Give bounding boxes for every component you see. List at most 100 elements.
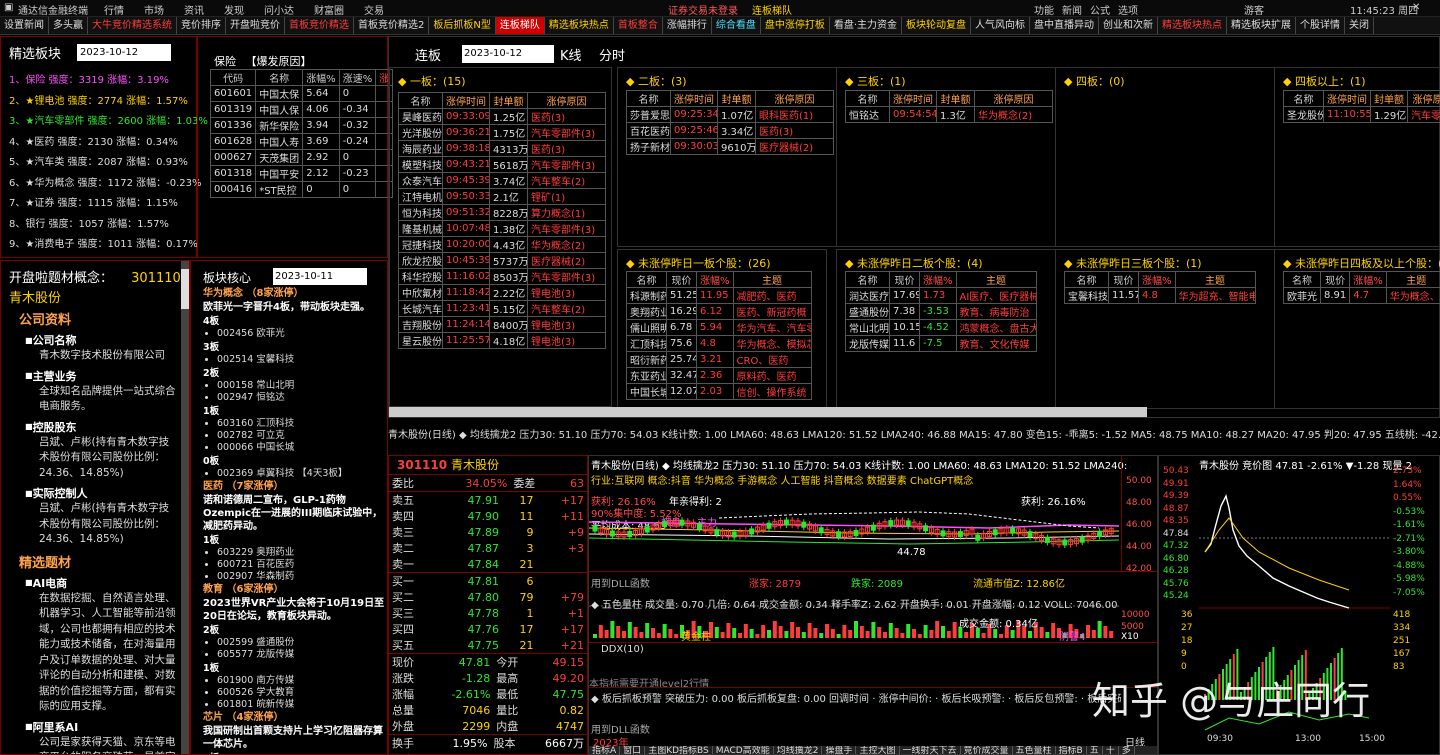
tab-6[interactable]: 首板竞价精选2: [354, 17, 430, 34]
table-row[interactable]: 601319 中国人保 4.06 -0.34: [209, 101, 394, 118]
tab-0[interactable]: 设置新闻: [0, 17, 49, 34]
ladder-header[interactable]: 名称: [845, 271, 890, 288]
indicator-tab[interactable]: MACD高效能: [713, 746, 774, 754]
table-row[interactable]: 儒山照明 6.78 5.94 华为汽车、汽车零: [626, 319, 812, 336]
indicator-tab[interactable]: 均线擒龙2: [774, 746, 823, 754]
order-book-row[interactable]: 卖五 47.91 17 +17: [389, 492, 587, 508]
menu-news2[interactable]: 新闻: [1062, 2, 1082, 17]
sector-item[interactable]: 4、★医药 强度：2130 涨幅：0.34%: [9, 133, 195, 154]
menu-news[interactable]: 资讯: [184, 2, 204, 17]
quote-row[interactable]: 涨幅 -2.61% 最低 47.75: [389, 686, 587, 702]
table-row[interactable]: 星云股份 11:25:57 4.18亿 锂电池(3): [398, 332, 606, 349]
sector-item[interactable]: 9、★消费电子 强度：1011 涨幅：0.17%: [9, 235, 198, 256]
menu-market[interactable]: 市场: [144, 2, 164, 17]
table-row[interactable]: 中欣氟材 11:18:42 2.22亿 锂电池(3): [398, 284, 606, 301]
table-row[interactable]: 昊峰医药 09:33:09 1.25亿 医药(3): [398, 108, 606, 125]
core-stock[interactable]: 002514 宝馨科技: [217, 354, 387, 366]
indicator-tab[interactable]: 五: [1087, 746, 1103, 754]
table-row[interactable]: 光洋股份 09:36:21 1.75亿 汽车零部件(3): [398, 124, 606, 141]
sector-item[interactable]: 6、★华为概念 强度：1172 涨幅：-0.23%: [9, 174, 202, 195]
quote-row[interactable]: 净资21.11流通3613万: [389, 751, 587, 755]
tab-10[interactable]: 首板整合: [614, 17, 663, 34]
ladder-header[interactable]: 涨停时间: [442, 92, 490, 109]
ins-header[interactable]: 代码: [209, 69, 257, 86]
kline-chart[interactable]: 青木股份(日线) ◆ 均线擒龙2 压力30: 51.10 压力70: 54.03…: [588, 455, 1158, 755]
tab-9[interactable]: 精选板块热点: [545, 17, 614, 34]
table-row[interactable]: 科源制药 51.25 11.95 减肥药、医药: [626, 287, 812, 304]
table-row[interactable]: 常山北明10.15-4.52鸿蒙概念、盘古大模: [845, 319, 1037, 336]
user-label[interactable]: 游客: [1244, 2, 1264, 17]
ins-header[interactable]: 涨幅%: [302, 69, 340, 86]
core-stock[interactable]: 002599 盛通股份: [217, 637, 387, 649]
tab-11[interactable]: 涨幅排行: [663, 17, 712, 34]
table-row[interactable]: 昭衍新药 25.74 3.21 CRO、医药: [626, 351, 812, 368]
ladder-header[interactable]: 名称: [626, 90, 671, 107]
tab-14[interactable]: 看盘·主力资金: [830, 17, 903, 34]
core-stock[interactable]: 002456 欧菲光: [217, 328, 387, 340]
table-row[interactable]: 000627 天茂集团 2.92 0: [209, 149, 394, 166]
ladder-header[interactable]: 主题: [955, 271, 1037, 288]
table-row[interactable]: 盛通股份 7.38 -3.53 教育、病毒防治: [845, 303, 1037, 320]
table-row[interactable]: 欣龙控股 10:45:39 5737万 医疗器械(2): [398, 252, 606, 269]
order-book-row[interactable]: 卖四 47.90 11 +11: [389, 508, 587, 524]
core-stock[interactable]: 002782 可立克: [217, 430, 387, 442]
sector-item[interactable]: 5、★汽车类 强度：2087 涨幅：0.93%: [9, 153, 195, 174]
table-row[interactable]: 601318 中国平安 2.12 -0.23: [209, 165, 394, 182]
order-book-row[interactable]: 买五 47.75 21 +21: [389, 637, 587, 654]
ladder-header[interactable]: 涨幅%: [1138, 271, 1176, 288]
order-book-row[interactable]: 买三 47.78 1 +1: [389, 605, 587, 621]
table-row[interactable]: 江特电机 09:50:33 2.1亿 锂矿(1): [398, 188, 606, 205]
table-row[interactable]: 模塑科技 09:43:21 5618万 汽车零部件(3): [398, 156, 606, 173]
ladder-header[interactable]: 名称: [845, 90, 890, 107]
menu-func[interactable]: 功能: [1034, 2, 1054, 17]
table-row[interactable]: 恒为科技 09:51:32 8228万 算力概念(1): [398, 204, 606, 221]
ladder-header[interactable]: 封单额: [936, 90, 975, 107]
ladder-header[interactable]: 现价: [666, 271, 697, 288]
close-icon[interactable]: ✕: [1412, 2, 1420, 13]
indicator-tab[interactable]: 指标A: [589, 746, 621, 754]
tab-7[interactable]: 板后抓板N型: [429, 17, 496, 34]
table-row[interactable]: 扬子新材 09:30:03 9610万 医疗器械(2): [626, 138, 834, 155]
table-row[interactable]: 汇顶科技 75.6 4.8 华为概念、模拟芯: [626, 335, 812, 352]
tab-21[interactable]: 个股详情: [1296, 17, 1346, 34]
ladder-header[interactable]: 涨停原因: [527, 92, 606, 109]
tab-17[interactable]: 盘中直播异动: [1030, 17, 1100, 34]
order-book-row[interactable]: 买一 47.81 6: [389, 573, 587, 589]
indicator-tab[interactable]: 多: [1119, 746, 1135, 754]
indicator-tab[interactable]: 操盘手: [822, 746, 857, 754]
table-row[interactable]: 吉翔股份 11:24:14 8400万 锂电池(3): [398, 316, 606, 333]
core-stock[interactable]: 002907 华森制药: [217, 571, 387, 583]
menu-quote[interactable]: 行情: [104, 2, 124, 17]
table-row[interactable]: 润达医疗 17.69 1.73 AI医疗、医疗器械: [845, 287, 1037, 304]
tab-2[interactable]: 大牛竞价精选系统: [88, 17, 177, 34]
login-status[interactable]: 证券交易未登录: [668, 2, 738, 17]
table-row[interactable]: 宝馨科技11.574.8华为超充、智能电网: [1064, 287, 1256, 304]
tab-22[interactable]: 关闭: [1345, 17, 1375, 34]
table-row[interactable]: 海辰药业 09:38:18 4313万 医药(3): [398, 140, 606, 157]
sector-item[interactable]: 3、★汽车零部件 强度：2600 涨幅：1.03%: [9, 112, 208, 133]
table-row[interactable]: 奥翔药业 16.29 6.12 医药、新冠药概: [626, 303, 812, 320]
tab-20[interactable]: 精选板块扩展: [1227, 17, 1297, 34]
tab-13[interactable]: 盘中涨停打板: [761, 17, 830, 34]
indicator-tab[interactable]: 十: [1103, 746, 1119, 754]
tab-15[interactable]: 板块轮动复盘: [902, 17, 972, 34]
core-stock[interactable]: 000158 常山北明: [217, 380, 387, 392]
tab-5[interactable]: 首板竞价精选: [285, 17, 354, 34]
table-row[interactable]: 恒铭达 09:54:54 1.3亿 华为概念(2): [845, 106, 1053, 123]
menu-wealth[interactable]: 财富圈: [314, 2, 344, 17]
tab-19[interactable]: 精选板块热点: [1158, 17, 1228, 34]
indicator-tab[interactable]: 指标B: [1056, 746, 1087, 754]
sector-item[interactable]: 2、★锂电池 强度：2774 涨幅：1.57%: [9, 92, 195, 113]
tab-4[interactable]: 开盘啦竞价: [226, 17, 285, 34]
table-row[interactable]: 601601 中国太保 5.64 0: [209, 85, 394, 102]
ins-header[interactable]: 涨速%: [338, 69, 377, 86]
tab-12[interactable]: 综合看盘: [712, 17, 761, 34]
ins-header[interactable]: 名称: [255, 69, 304, 86]
order-book-row[interactable]: 买二 47.80 79 +79: [389, 589, 587, 605]
order-book-row[interactable]: 卖一 47.84 21: [389, 556, 587, 573]
ladder-header[interactable]: 封单额: [1370, 90, 1408, 107]
table-row[interactable]: 冠捷科技 10:20:00 4.43亿 华为概念(2): [398, 236, 606, 253]
quote-row[interactable]: 现价 47.81 今开 49.15: [389, 654, 587, 670]
table-row[interactable]: 000416 *ST民控 0 0: [209, 181, 394, 198]
sector-item[interactable]: 1、保险 强度：3319 涨幅：3.19%: [9, 71, 195, 92]
